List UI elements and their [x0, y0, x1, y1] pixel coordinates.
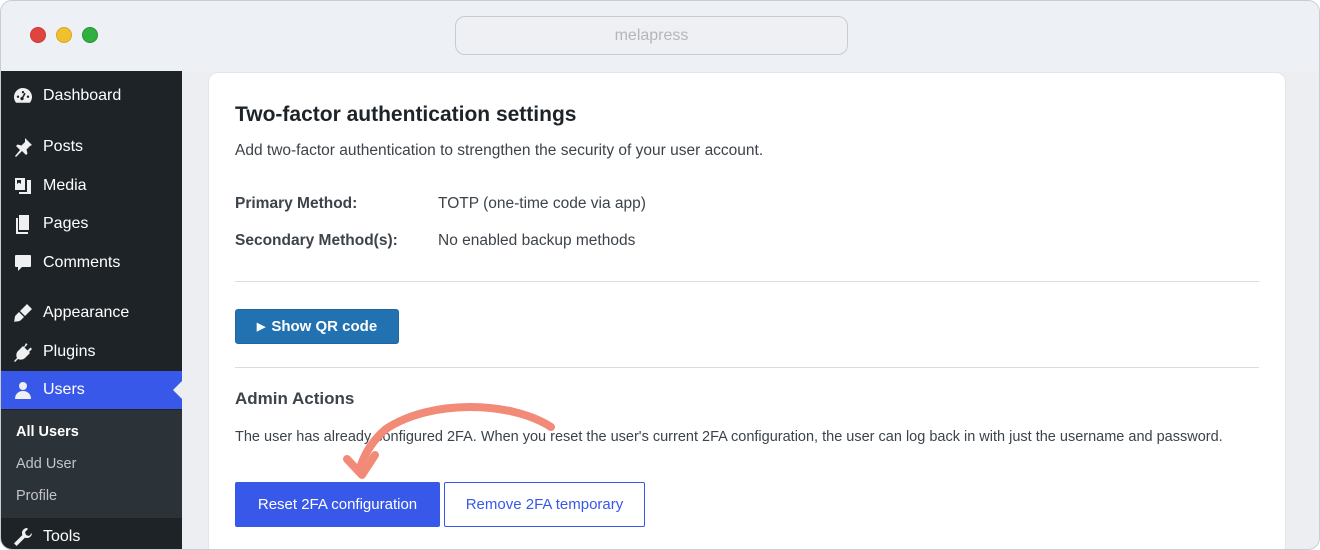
divider	[235, 281, 1259, 282]
sidebar-item-media[interactable]: Media	[1, 167, 182, 205]
browser-window: melapress Dashboard Posts Media Pages Co…	[0, 0, 1320, 550]
submenu-add-user[interactable]: Add User	[16, 456, 76, 472]
secondary-method-label: Secondary Method(s):	[235, 232, 398, 249]
sidebar-item-label: Plugins	[43, 343, 96, 360]
sidebar-item-appearance[interactable]: Appearance	[1, 294, 182, 332]
sidebar-item-dashboard[interactable]: Dashboard	[1, 77, 182, 115]
brush-icon	[12, 302, 34, 324]
dashboard-icon	[12, 85, 34, 107]
media-icon	[12, 175, 34, 197]
annotation-arrow-icon	[343, 403, 555, 479]
admin-sidebar: Dashboard Posts Media Pages Comments App…	[1, 71, 182, 549]
submenu-all-users[interactable]: All Users	[16, 424, 79, 440]
sidebar-item-label: Tools	[43, 528, 81, 545]
primary-method-label: Primary Method:	[235, 195, 358, 212]
title-bar: melapress	[1, 1, 1319, 71]
sidebar-item-label: Appearance	[43, 304, 130, 321]
sidebar-item-label: Pages	[43, 215, 89, 232]
sidebar-item-label: Users	[43, 381, 85, 398]
submenu-profile[interactable]: Profile	[16, 488, 57, 504]
sidebar-item-plugins[interactable]: Plugins	[1, 333, 182, 371]
user-icon	[12, 379, 34, 401]
play-icon: ▶	[256, 321, 266, 333]
primary-method-value: TOTP (one-time code via app)	[438, 195, 646, 212]
sidebar-item-users[interactable]: Users	[1, 371, 182, 409]
page-subtitle: Add two-factor authentication to strengt…	[235, 142, 764, 159]
show-qr-code-button[interactable]: ▶ Show QR code	[235, 309, 399, 344]
divider	[235, 367, 1259, 368]
pages-icon	[12, 213, 34, 235]
sidebar-item-label: Posts	[43, 138, 84, 155]
show-qr-code-label: Show QR code	[271, 318, 378, 335]
wrench-icon	[12, 526, 34, 548]
reset-2fa-button[interactable]: Reset 2FA configuration	[235, 482, 440, 527]
close-window-button[interactable]	[30, 27, 46, 43]
sidebar-item-comments[interactable]: Comments	[1, 244, 182, 282]
plugin-icon	[12, 341, 34, 363]
sidebar-item-posts[interactable]: Posts	[1, 128, 182, 166]
remove-2fa-temporary-button[interactable]: Remove 2FA temporary	[444, 482, 645, 527]
sidebar-item-label: Comments	[43, 254, 121, 271]
sidebar-item-pages[interactable]: Pages	[1, 205, 182, 243]
comment-icon	[12, 252, 34, 274]
minimize-window-button[interactable]	[56, 27, 72, 43]
admin-actions-title: Admin Actions	[235, 389, 355, 408]
sidebar-item-label: Dashboard	[43, 87, 122, 104]
pin-icon	[12, 136, 34, 158]
sidebar-item-tools[interactable]: Tools	[1, 518, 182, 549]
maximize-window-button[interactable]	[82, 27, 98, 43]
secondary-method-value: No enabled backup methods	[438, 232, 636, 249]
sidebar-item-label: Media	[43, 177, 87, 194]
users-submenu: All Users Add User Profile	[1, 410, 182, 518]
page-title: Two-factor authentication settings	[235, 103, 577, 126]
address-bar[interactable]: melapress	[455, 16, 848, 55]
